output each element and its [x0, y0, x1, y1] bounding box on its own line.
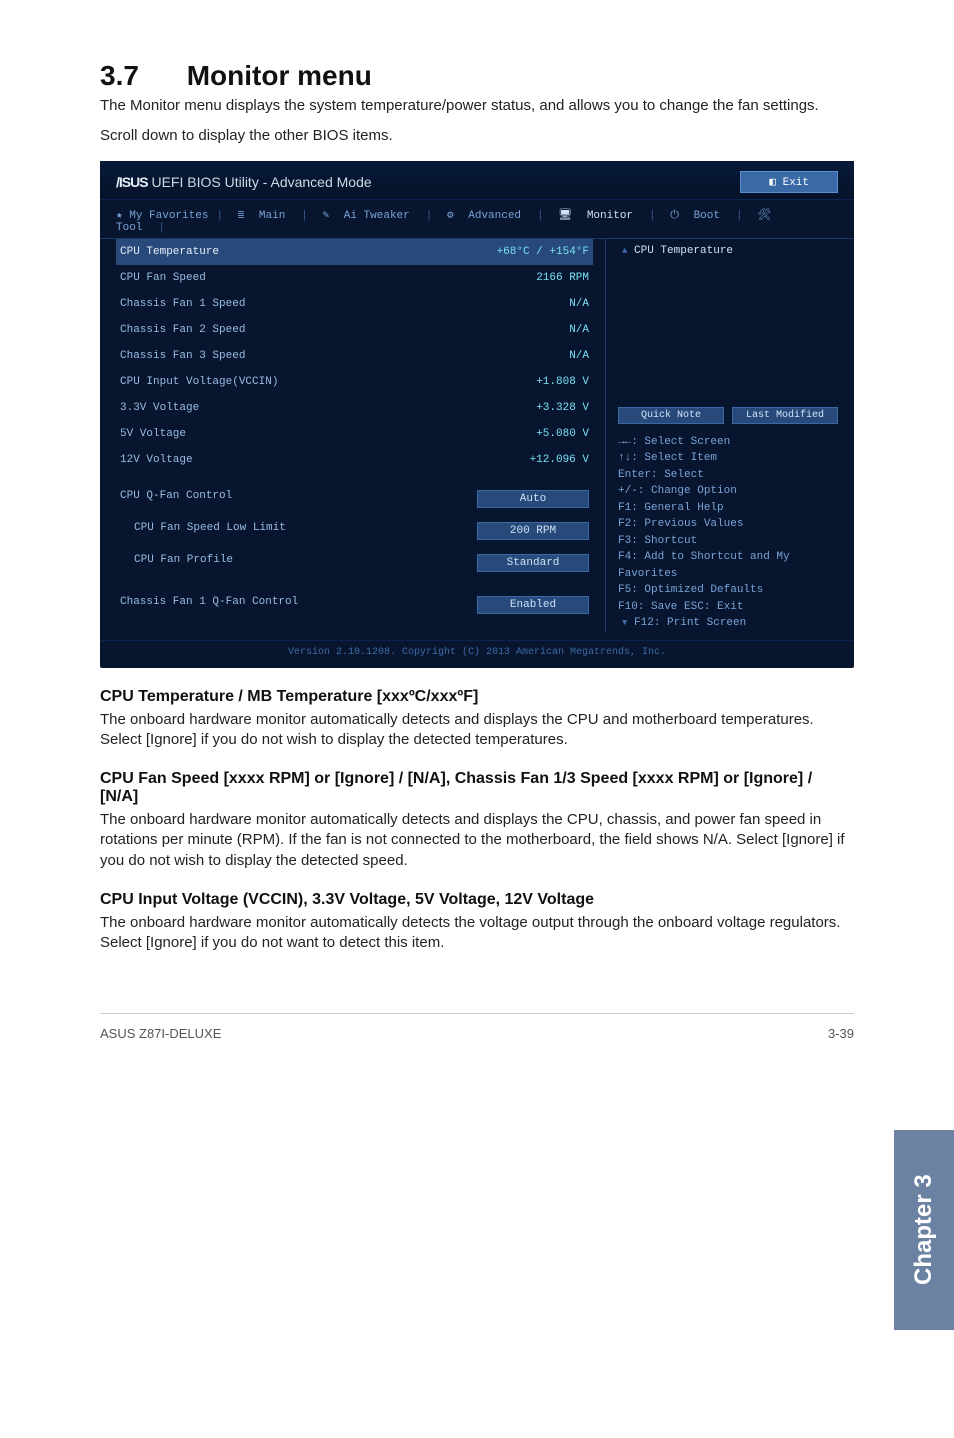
v33-label: 3.3V Voltage [120, 402, 199, 414]
cpu-input-voltage-value: +1.808 V [536, 376, 589, 388]
quick-note-button[interactable]: Quick Note [618, 407, 724, 424]
bios-help-panel: ▲ CPU Temperature Quick Note Last Modifi… [605, 239, 838, 632]
cpu-fan-low-label: CPU Fan Speed Low Limit [120, 522, 286, 540]
chfan2-speed-label: Chassis Fan 2 Speed [120, 324, 245, 336]
row-5v-voltage[interactable]: 5V Voltage +5.080 V [116, 421, 593, 447]
row-cpu-input-voltage[interactable]: CPU Input Voltage(VCCIN) +1.808 V [116, 369, 593, 395]
chfan3-speed-value: N/A [569, 350, 589, 362]
tab-monitor[interactable]: 🖥 Monitor [558, 210, 641, 222]
help-title: CPU Temperature [634, 245, 733, 257]
chfan1-qfan-label: Chassis Fan 1 Q-Fan Control [120, 596, 298, 614]
section-heading: 3.7 Monitor menu [100, 60, 854, 92]
cpu-temp-label: CPU Temperature [120, 246, 219, 258]
footer-left: ASUS Z87I-DELUXE [100, 1026, 221, 1041]
section-title-text: Monitor menu [187, 60, 372, 91]
v12-label: 12V Voltage [120, 454, 193, 466]
v5-value: +5.080 V [536, 428, 589, 440]
cpu-temp-value: +68°C / +154°F [497, 246, 589, 258]
cpu-input-voltage-label: CPU Input Voltage(VCCIN) [120, 376, 278, 388]
row-3-3v-voltage[interactable]: 3.3V Voltage +3.328 V [116, 395, 593, 421]
cpu-fan-profile-label: CPU Fan Profile [120, 554, 233, 572]
row-cpu-fan-low-limit[interactable]: CPU Fan Speed Low Limit 200 RPM [116, 515, 593, 547]
keyhelp-line: ↑↓: Select Item [618, 450, 838, 467]
tool-icon: 🛠 [757, 210, 771, 222]
keyhelp-line: F2: Previous Values [618, 516, 838, 533]
boot-icon: ⏻ [670, 210, 685, 222]
keyhelp-line: F10: Save ESC: Exit [618, 599, 838, 616]
advanced-icon: ⚙ [447, 210, 460, 222]
chfan1-qfan-dropdown[interactable]: Enabled [477, 596, 589, 614]
keyhelp-line: Enter: Select [618, 467, 838, 484]
row-cpu-fan-profile[interactable]: CPU Fan Profile Standard [116, 547, 593, 579]
bios-title: /ISUS UEFI BIOS Utility - Advanced Mode [116, 174, 372, 190]
row-cpu-qfan-control[interactable]: CPU Q-Fan Control Auto [116, 483, 593, 515]
keyhelp-line: F12: Print Screen [634, 617, 746, 629]
body-cpu-mb-temp: The onboard hardware monitor automatical… [100, 710, 854, 751]
exit-button[interactable]: ◧ Exit [740, 171, 838, 193]
tab-main[interactable]: ≣ Main [238, 210, 294, 222]
bios-window: /ISUS UEFI BIOS Utility - Advanced Mode … [100, 161, 854, 668]
tab-favorites[interactable]: ★ My Favorites [116, 210, 208, 222]
subheading-fan-speed: CPU Fan Speed [xxxx RPM] or [Ignore] / [… [100, 770, 854, 806]
tab-boot[interactable]: ⏻ Boot [670, 210, 728, 222]
cpu-qfan-label: CPU Q-Fan Control [120, 490, 232, 508]
row-chassis-fan3-speed[interactable]: Chassis Fan 3 Speed N/A [116, 343, 593, 369]
row-chassis-fan1-speed[interactable]: Chassis Fan 1 Speed N/A [116, 291, 593, 317]
bios-version-line: Version 2.10.1208. Copyright (C) 2013 Am… [100, 640, 854, 668]
body-fan-speed: The onboard hardware monitor automatical… [100, 810, 854, 871]
chapter-side-tab: Chapter 3 [894, 1130, 954, 1330]
cpu-qfan-dropdown[interactable]: Auto [477, 490, 589, 508]
body-voltage: The onboard hardware monitor automatical… [100, 913, 854, 954]
row-chassis-fan2-speed[interactable]: Chassis Fan 2 Speed N/A [116, 317, 593, 343]
scroll-down-icon: ▼ [622, 618, 627, 628]
cpu-fan-profile-dropdown[interactable]: Standard [477, 554, 589, 572]
keyhelp-line: F5: Optimized Defaults [618, 582, 838, 599]
chfan1-speed-label: Chassis Fan 1 Speed [120, 298, 245, 310]
chfan2-speed-value: N/A [569, 324, 589, 336]
tab-advanced[interactable]: ⚙ Advanced [447, 210, 529, 222]
monitor-icon: 🖥 [558, 210, 579, 222]
page-footer: ASUS Z87I-DELUXE 3-39 [100, 1013, 854, 1041]
brand-logo: /ISUS [116, 174, 148, 190]
row-12v-voltage[interactable]: 12V Voltage +12.096 V [116, 447, 593, 473]
bios-settings-list: CPU Temperature +68°C / +154°F CPU Fan S… [116, 239, 593, 632]
scroll-up-icon: ▲ [622, 246, 627, 256]
bios-title-text: UEFI BIOS Utility - Advanced Mode [151, 174, 371, 190]
keyhelp-line: F3: Shortcut [618, 533, 838, 550]
cpu-fan-speed-label: CPU Fan Speed [120, 272, 206, 284]
subheading-voltage: CPU Input Voltage (VCCIN), 3.3V Voltage,… [100, 891, 854, 909]
v5-label: 5V Voltage [120, 428, 186, 440]
row-cpu-temperature[interactable]: CPU Temperature +68°C / +154°F [116, 239, 593, 265]
keyhelp-line: +/-: Change Option [618, 483, 838, 500]
v33-value: +3.328 V [536, 402, 589, 414]
row-cpu-fan-speed[interactable]: CPU Fan Speed 2166 RPM [116, 265, 593, 291]
chfan3-speed-label: Chassis Fan 3 Speed [120, 350, 245, 362]
list-icon: ≣ [238, 210, 251, 222]
cpu-fan-speed-value: 2166 RPM [536, 272, 589, 284]
tweaker-icon: ✎ [323, 210, 336, 222]
bios-tab-bar: ★ My Favorites| ≣ Main| ✎ Ai Tweaker| ⚙ … [100, 200, 854, 239]
section-number: 3.7 [100, 60, 139, 91]
key-help-panel: →←: Select Screen ↑↓: Select Item Enter:… [618, 434, 838, 632]
chfan1-speed-value: N/A [569, 298, 589, 310]
v12-value: +12.096 V [530, 454, 589, 466]
intro-paragraph-1: The Monitor menu displays the system tem… [100, 96, 854, 116]
subheading-cpu-mb-temp: CPU Temperature / MB Temperature [xxxºC/… [100, 688, 854, 706]
keyhelp-line: →←: Select Screen [618, 434, 838, 451]
exit-label: Exit [783, 177, 809, 189]
cpu-fan-low-dropdown[interactable]: 200 RPM [477, 522, 589, 540]
keyhelp-line: F4: Add to Shortcut and My Favorites [618, 549, 838, 582]
bios-header: /ISUS UEFI BIOS Utility - Advanced Mode … [100, 161, 854, 200]
tab-ai-tweaker[interactable]: ✎ Ai Tweaker [323, 210, 418, 222]
row-chassis-fan1-qfan[interactable]: Chassis Fan 1 Q-Fan Control Enabled [116, 589, 593, 621]
last-modified-button[interactable]: Last Modified [732, 407, 838, 424]
intro-paragraph-2: Scroll down to display the other BIOS it… [100, 126, 854, 146]
exit-icon: ◧ [769, 177, 782, 189]
footer-right: 3-39 [828, 1026, 854, 1041]
keyhelp-line: F1: General Help [618, 500, 838, 517]
